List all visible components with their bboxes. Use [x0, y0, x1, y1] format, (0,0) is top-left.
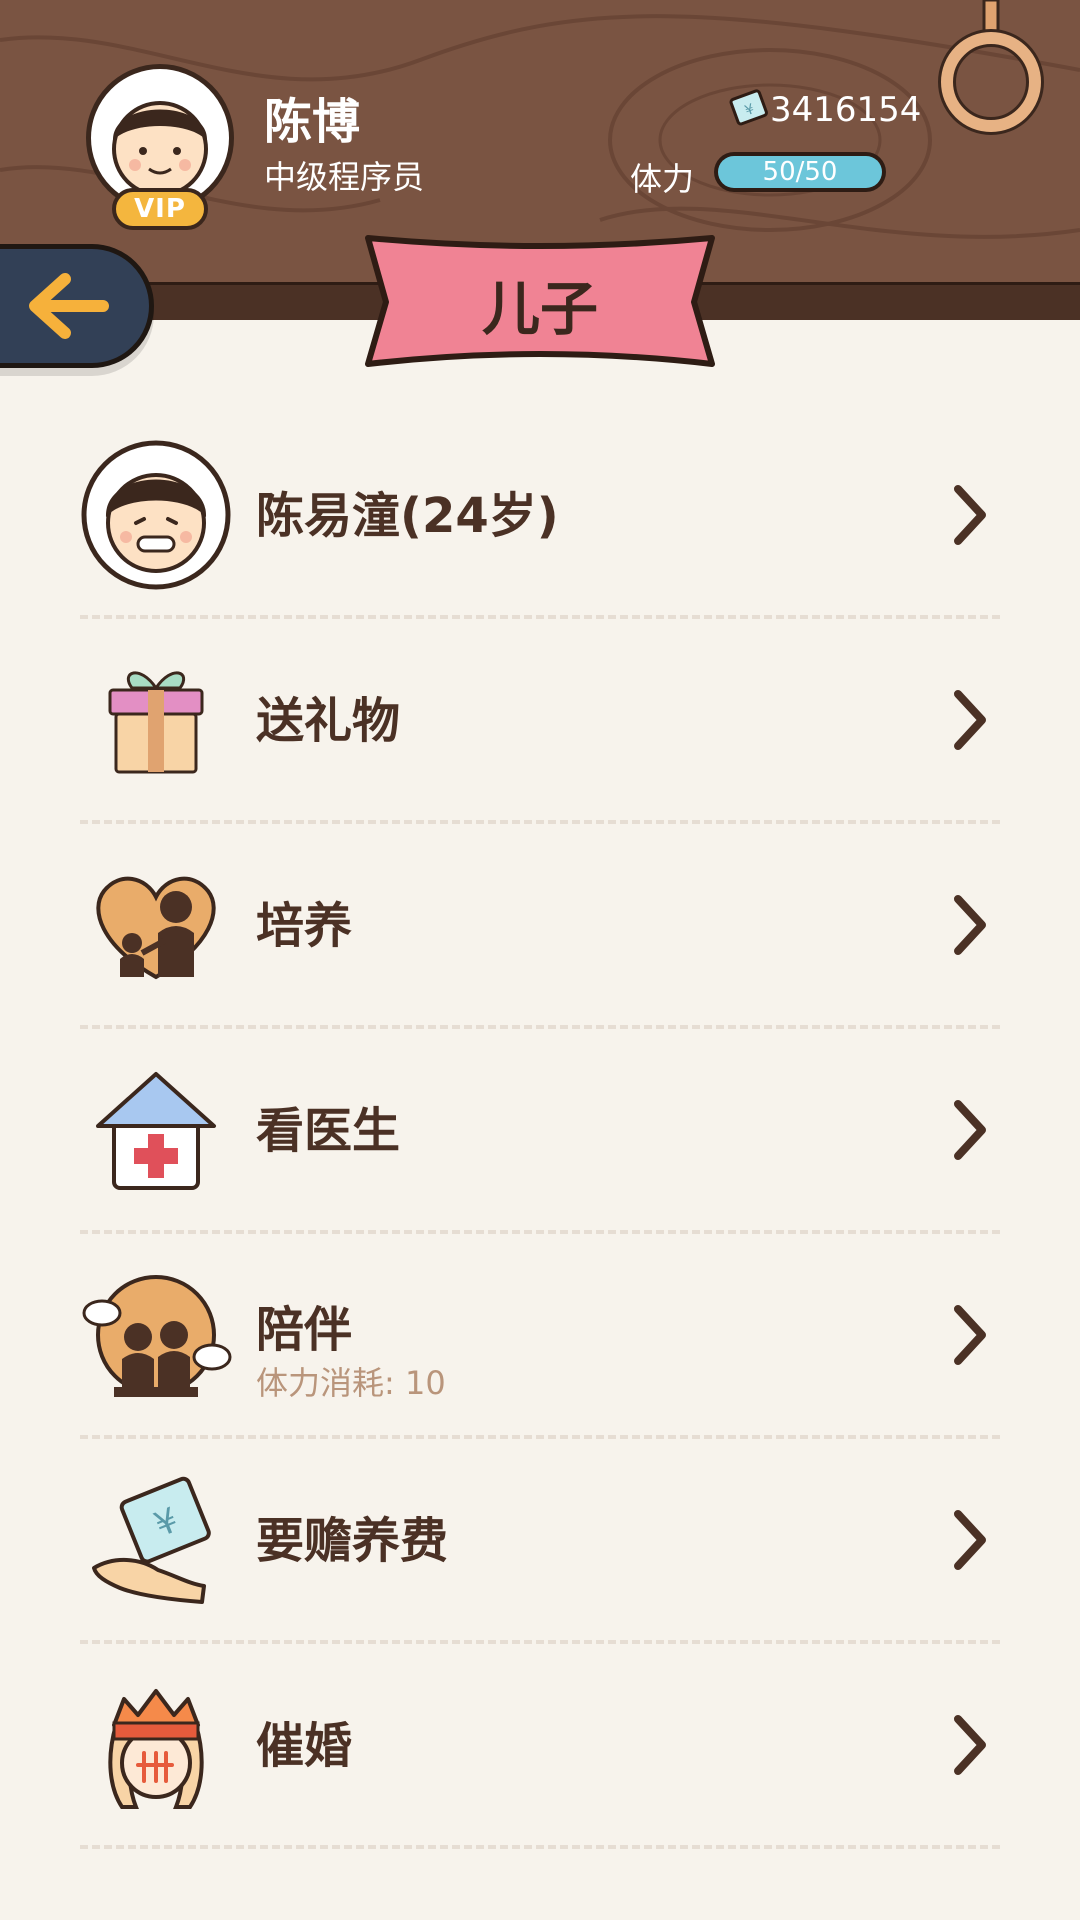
player-face-icon [112, 101, 208, 197]
companion-icon [82, 1274, 232, 1397]
see-doctor-item[interactable]: 看医生 [80, 1029, 1000, 1234]
chevron-right-icon [954, 1509, 986, 1570]
stamina-label: 体力 [630, 160, 695, 198]
player-title: 中级程序员 [264, 158, 425, 196]
money-hand-icon: ¥ [92, 1476, 211, 1604]
arrow-left-icon [29, 273, 109, 339]
chevron-right-icon [954, 484, 986, 545]
stamina-bar: 50/50 [714, 152, 886, 192]
companion-label: 陪伴 [256, 1302, 353, 1358]
gift-icon [108, 670, 204, 773]
urge-marriage-label: 催婚 [256, 1718, 353, 1774]
page-title: 儿子 [481, 275, 598, 343]
hospital-icon [96, 1071, 216, 1190]
money-amount: 3416154 [770, 90, 922, 130]
companion-item[interactable]: 陪伴 体力消耗: 10 [80, 1234, 1000, 1439]
player-name: 陈博 [264, 94, 361, 150]
chevron-right-icon [954, 1304, 986, 1365]
chevron-right-icon [954, 1099, 986, 1160]
request-support-label: 要赡养费 [256, 1513, 449, 1569]
urge-marriage-item[interactable]: 催婚 [80, 1644, 1000, 1849]
see-doctor-label: 看医生 [256, 1103, 401, 1159]
urge-marriage-icon [108, 1688, 204, 1809]
vip-badge: VIP [112, 188, 208, 230]
chevron-right-icon [954, 689, 986, 750]
back-button[interactable] [0, 244, 154, 368]
money-note-icon: ¥ [729, 89, 768, 126]
chevron-right-icon [954, 894, 986, 955]
request-support-item[interactable]: ¥ 要赡养费 [80, 1439, 1000, 1644]
chevron-right-icon [954, 1714, 986, 1775]
nurture-icon [96, 876, 216, 979]
stamina-value: 50/50 [718, 156, 882, 188]
child-name-label: 陈易潼(24岁) [256, 488, 559, 544]
child-profile-item[interactable]: 陈易潼(24岁) [80, 414, 1000, 619]
nurture-item[interactable]: 培养 [80, 824, 1000, 1029]
nurture-label: 培养 [256, 898, 353, 954]
child-avatar-icon [81, 440, 231, 589]
send-gift-item[interactable]: 送礼物 [80, 619, 1000, 824]
stamina-cost-label: 体力消耗: 10 [256, 1364, 446, 1402]
ring-icon[interactable] [936, 0, 1046, 140]
send-gift-label: 送礼物 [256, 693, 401, 749]
